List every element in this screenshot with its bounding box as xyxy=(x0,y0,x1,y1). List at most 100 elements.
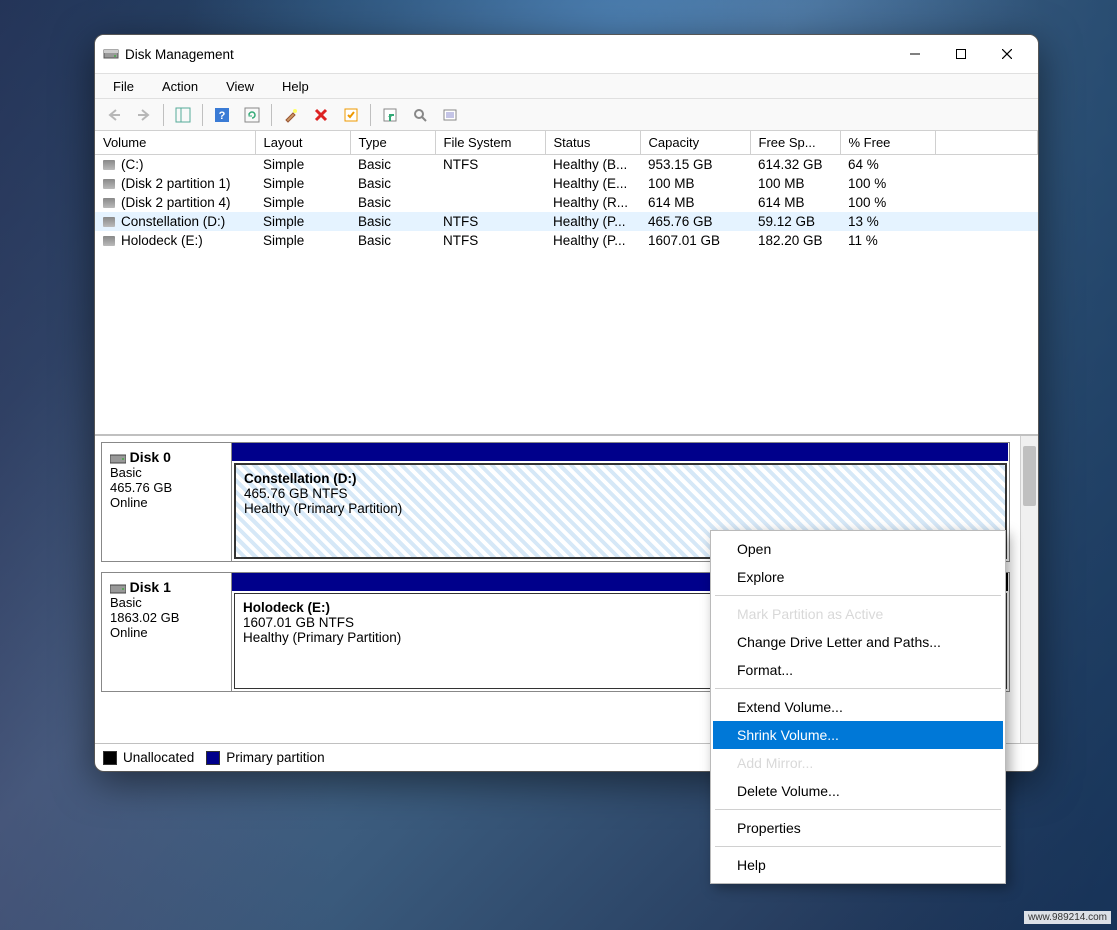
volume-icon xyxy=(103,198,115,208)
legend-label-unallocated: Unallocated xyxy=(123,750,194,765)
context-menu-item[interactable]: Open xyxy=(713,535,1003,563)
table-row[interactable]: (Disk 2 partition 4)SimpleBasicHealthy (… xyxy=(95,193,1038,212)
context-menu-item[interactable]: Format... xyxy=(713,656,1003,684)
help-button[interactable]: ? xyxy=(209,102,235,128)
cell-fs xyxy=(435,174,545,193)
cell-fs xyxy=(435,193,545,212)
toolbar: ? xyxy=(95,99,1038,131)
context-menu-item[interactable]: Delete Volume... xyxy=(713,777,1003,805)
table-row[interactable]: Constellation (D:)SimpleBasicNTFSHealthy… xyxy=(95,212,1038,231)
cell-layout: Simple xyxy=(255,155,350,175)
disk-0-header[interactable]: Disk 0 Basic 465.76 GB Online xyxy=(102,443,232,561)
context-menu[interactable]: OpenExplore Mark Partition as ActiveChang… xyxy=(710,530,1006,884)
cell-capacity: 614 MB xyxy=(640,193,750,212)
col-status[interactable]: Status xyxy=(545,131,640,155)
disk-1-type: Basic xyxy=(110,595,142,610)
cell-volume: (C:) xyxy=(95,155,255,175)
table-header-row[interactable]: Volume Layout Type File System Status Ca… xyxy=(95,131,1038,155)
cell-pct: 100 % xyxy=(840,174,935,193)
col-spacer[interactable] xyxy=(935,131,1038,155)
cell-capacity: 465.76 GB xyxy=(640,212,750,231)
partition-title: Constellation (D:) xyxy=(244,471,997,486)
cell-volume: Holodeck (E:) xyxy=(95,231,255,250)
menu-file[interactable]: File xyxy=(99,76,148,97)
legend-label-primary: Primary partition xyxy=(226,750,324,765)
delete-button[interactable] xyxy=(308,102,334,128)
table-row[interactable]: Holodeck (E:)SimpleBasicNTFSHealthy (P..… xyxy=(95,231,1038,250)
cell-status: Healthy (B... xyxy=(545,155,640,175)
cell-type: Basic xyxy=(350,155,435,175)
wizard-button[interactable] xyxy=(278,102,304,128)
col-filesystem[interactable]: File System xyxy=(435,131,545,155)
context-menu-separator xyxy=(715,595,1001,596)
cell-layout: Simple xyxy=(255,231,350,250)
settings-button-1[interactable] xyxy=(377,102,403,128)
partition-size: 465.76 GB NTFS xyxy=(244,486,997,501)
context-menu-separator xyxy=(715,846,1001,847)
disk-0-bar-primary xyxy=(232,443,1009,461)
context-menu-item: Mark Partition as Active xyxy=(713,600,1003,628)
disk-0-size: 465.76 GB xyxy=(110,480,172,495)
properties-button[interactable] xyxy=(338,102,364,128)
cell-free: 614 MB xyxy=(750,193,840,212)
disk-0-status: Online xyxy=(110,495,148,510)
col-volume[interactable]: Volume xyxy=(95,131,255,155)
show-hide-console-tree-button[interactable] xyxy=(170,102,196,128)
back-button xyxy=(101,102,127,128)
cell-fs: NTFS xyxy=(435,155,545,175)
disk-1-header[interactable]: Disk 1 Basic 1863.02 GB Online xyxy=(102,573,232,691)
svg-text:?: ? xyxy=(219,110,226,122)
cell-type: Basic xyxy=(350,174,435,193)
volume-list[interactable]: Volume Layout Type File System Status Ca… xyxy=(95,131,1038,436)
legend-swatch-primary xyxy=(206,751,220,765)
titlebar[interactable]: Disk Management xyxy=(95,35,1038,73)
cell-layout: Simple xyxy=(255,193,350,212)
menu-action[interactable]: Action xyxy=(148,76,212,97)
table-row[interactable]: (C:)SimpleBasicNTFSHealthy (B...953.15 G… xyxy=(95,155,1038,175)
volume-icon xyxy=(103,217,115,227)
maximize-button[interactable] xyxy=(938,35,984,73)
menu-help[interactable]: Help xyxy=(268,76,323,97)
col-type[interactable]: Type xyxy=(350,131,435,155)
cell-free: 59.12 GB xyxy=(750,212,840,231)
volume-icon xyxy=(103,236,115,246)
col-pctfree[interactable]: % Free xyxy=(840,131,935,155)
scrollbar-vertical[interactable] xyxy=(1020,436,1038,743)
partition-status: Healthy (Primary Partition) xyxy=(244,501,997,516)
settings-button-2[interactable] xyxy=(407,102,433,128)
context-menu-item[interactable]: Explore xyxy=(713,563,1003,591)
refresh-button[interactable] xyxy=(239,102,265,128)
table-row[interactable]: (Disk 2 partition 1)SimpleBasic Healthy (… xyxy=(95,174,1038,193)
cell-capacity: 953.15 GB xyxy=(640,155,750,175)
cell-capacity: 1607.01 GB xyxy=(640,231,750,250)
window-title: Disk Management xyxy=(125,47,892,62)
cell-pct: 11 % xyxy=(840,231,935,250)
cell-layout: Simple xyxy=(255,174,350,193)
close-button[interactable] xyxy=(984,35,1030,73)
col-capacity[interactable]: Capacity xyxy=(640,131,750,155)
col-layout[interactable]: Layout xyxy=(255,131,350,155)
settings-button-3[interactable] xyxy=(437,102,463,128)
context-menu-item[interactable]: Help xyxy=(713,851,1003,879)
watermark: www.989214.com xyxy=(1024,911,1111,924)
context-menu-item[interactable]: Shrink Volume... xyxy=(713,721,1003,749)
menubar: File Action View Help xyxy=(95,73,1038,99)
cell-type: Basic xyxy=(350,231,435,250)
context-menu-item[interactable]: Change Drive Letter and Paths... xyxy=(713,628,1003,656)
context-menu-item[interactable]: Properties xyxy=(713,814,1003,842)
scrollbar-thumb[interactable] xyxy=(1023,446,1036,506)
app-icon xyxy=(103,46,119,62)
cell-volume: (Disk 2 partition 1) xyxy=(95,174,255,193)
cell-pct: 100 % xyxy=(840,193,935,212)
context-menu-item[interactable]: Extend Volume... xyxy=(713,693,1003,721)
disk-0-title: Disk 0 xyxy=(130,449,171,465)
minimize-button[interactable] xyxy=(892,35,938,73)
disk-icon xyxy=(110,453,126,465)
volume-icon xyxy=(103,160,115,170)
disk-1-size: 1863.02 GB xyxy=(110,610,179,625)
col-free[interactable]: Free Sp... xyxy=(750,131,840,155)
context-menu-separator xyxy=(715,809,1001,810)
cell-status: Healthy (E... xyxy=(545,174,640,193)
menu-view[interactable]: View xyxy=(212,76,268,97)
volume-icon xyxy=(103,179,115,189)
